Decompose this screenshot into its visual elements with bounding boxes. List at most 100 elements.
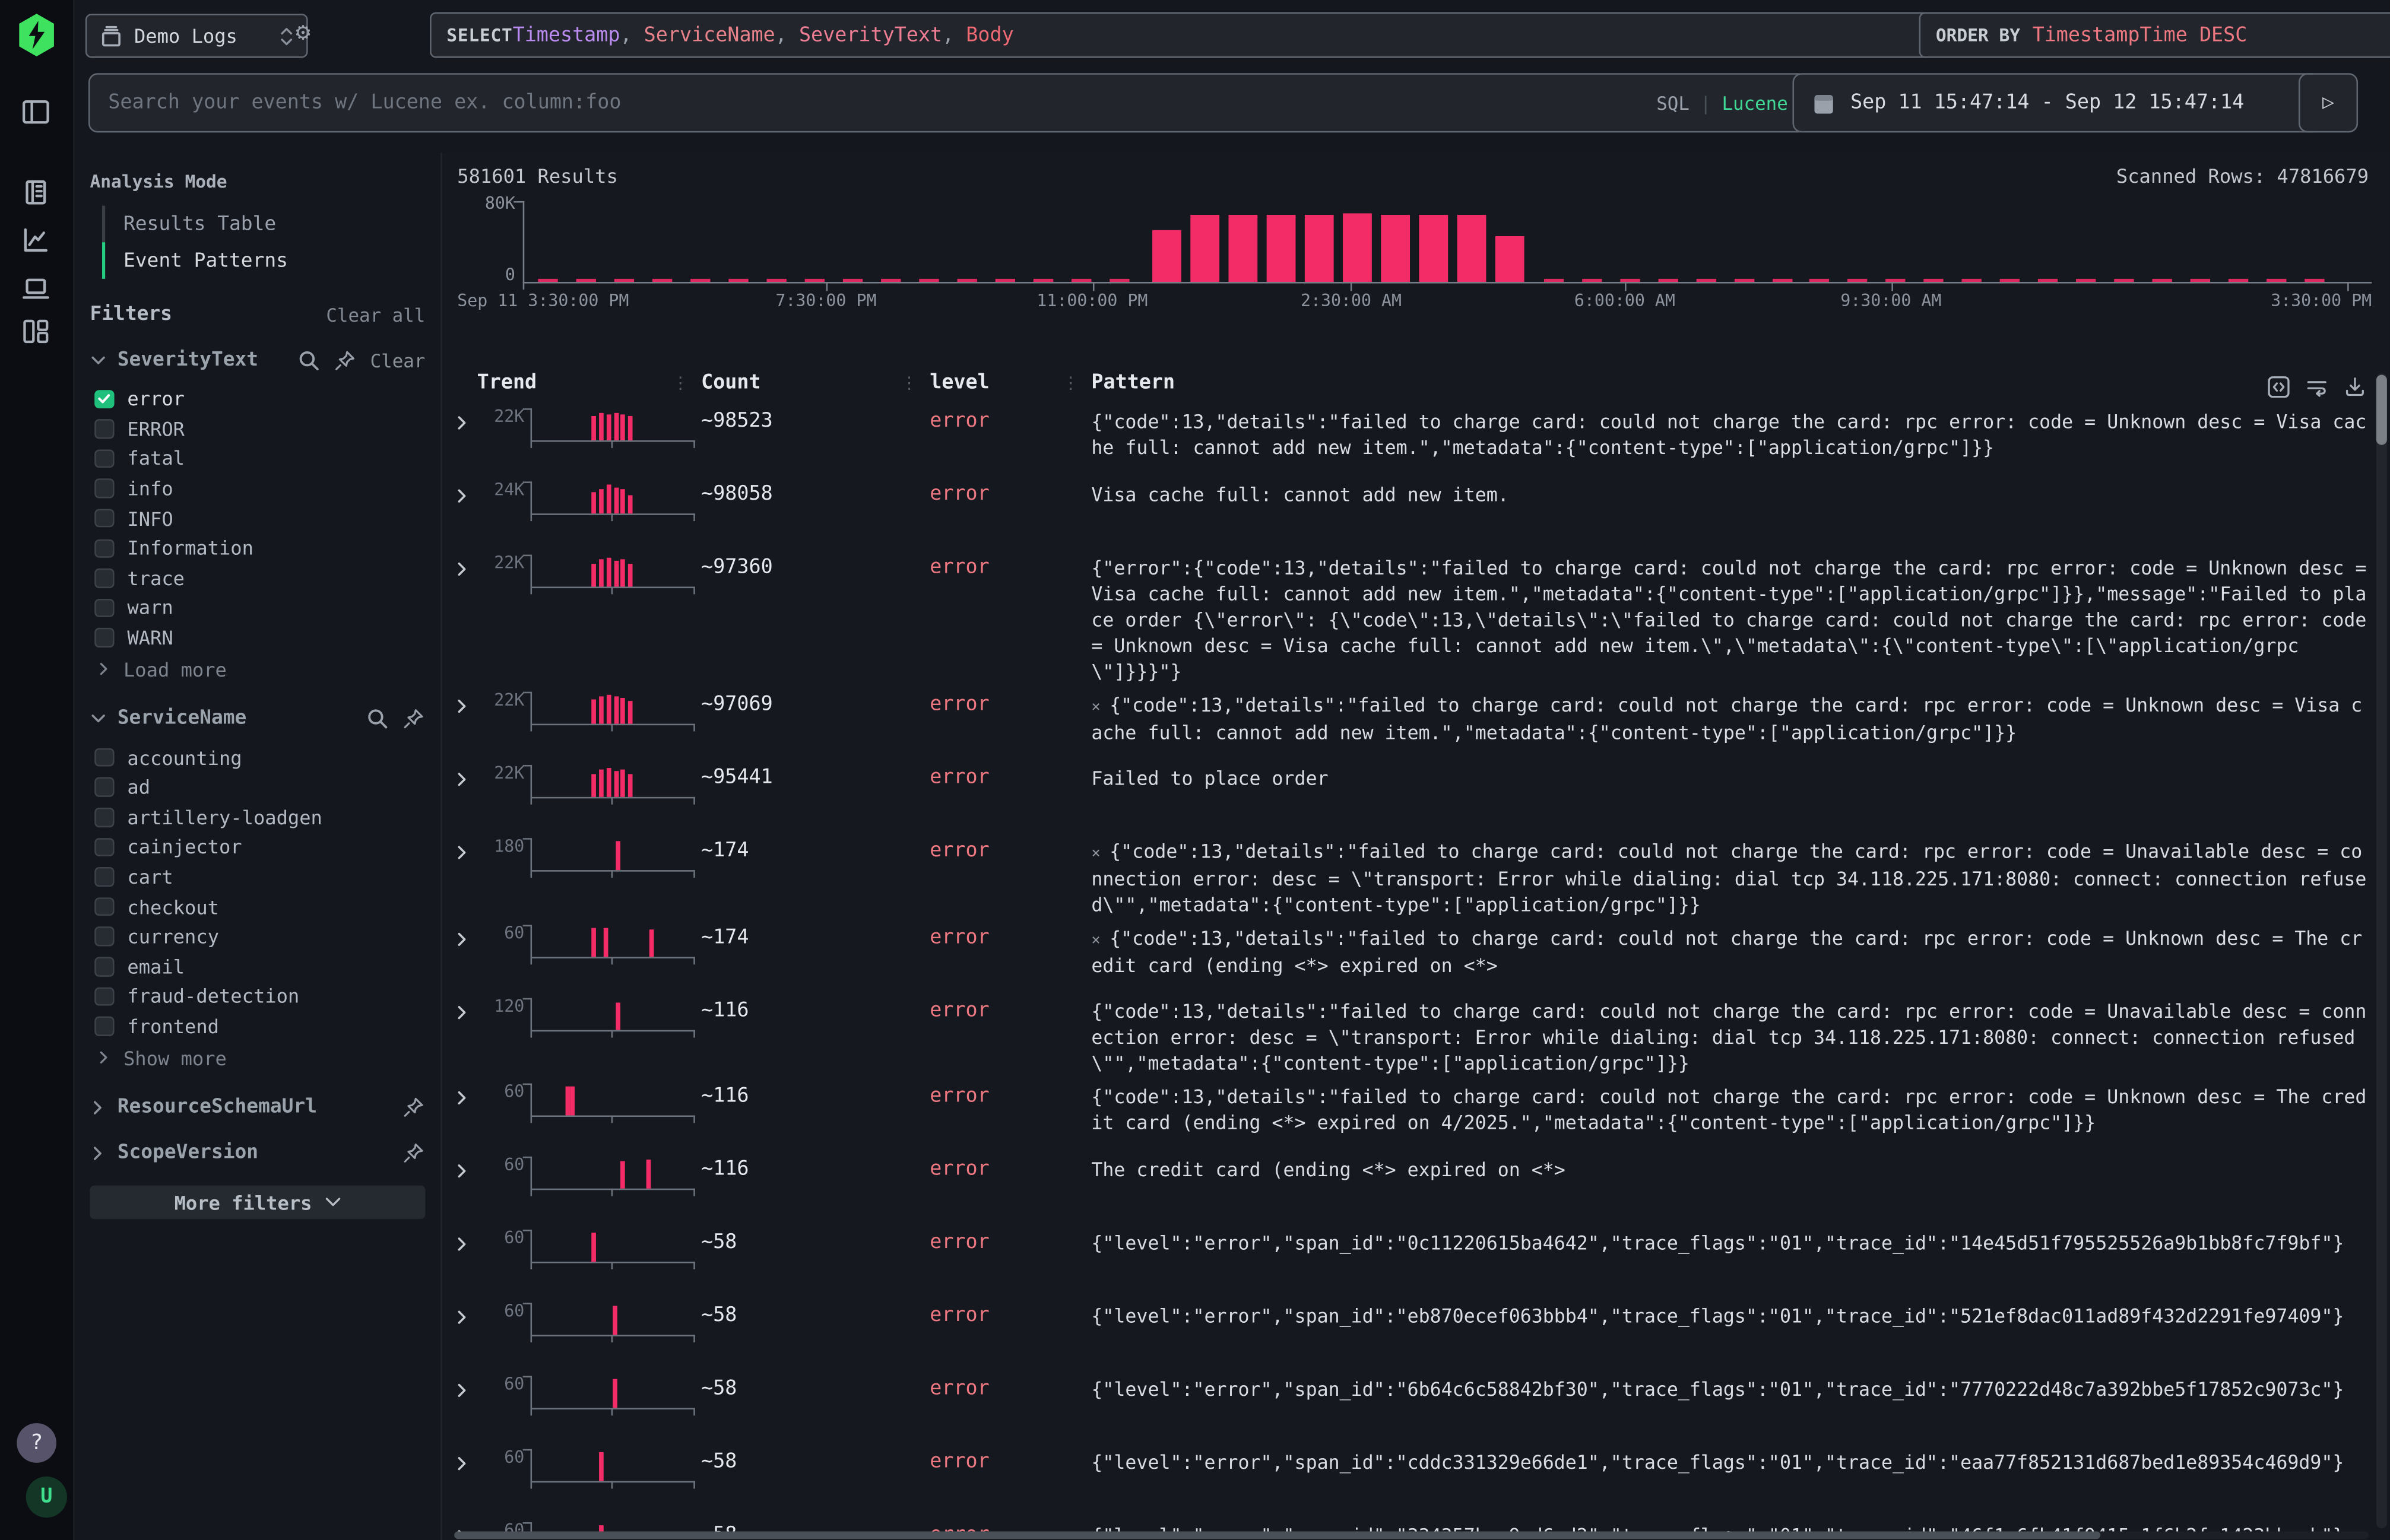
filter-option-checkout[interactable]: checkout	[90, 892, 425, 922]
filter-group-header[interactable]: ScopeVersion	[90, 1142, 425, 1165]
vertical-scrollbar[interactable]	[2376, 373, 2387, 1528]
search-icon[interactable]	[297, 349, 320, 372]
search-icon[interactable]	[366, 707, 389, 731]
checkbox-unchecked[interactable]	[94, 479, 113, 498]
filter-show-more[interactable]: Show more	[90, 1043, 425, 1073]
expand-row-icon[interactable]	[451, 1297, 484, 1327]
horizontal-scrollbar-thumb[interactable]	[454, 1531, 2100, 1538]
results-histogram[interactable]: 80K0Sep 11 3:30:00 PM7:30:00 PM11:00:00 …	[442, 153, 2390, 320]
pattern-row[interactable]: 60~116error{"code":13,"details":"failed …	[451, 1077, 2372, 1150]
expand-row-icon[interactable]	[451, 402, 484, 433]
filter-option-trace[interactable]: trace	[90, 563, 425, 593]
column-drag-handle-icon[interactable]: ⋮	[1063, 373, 1079, 393]
pattern-row[interactable]: 120~116error{"code":13,"details":"failed…	[451, 992, 2372, 1078]
checkbox-unchecked[interactable]	[94, 598, 113, 617]
histogram-bar[interactable]	[1305, 214, 1334, 282]
expand-row-icon[interactable]	[451, 1224, 484, 1254]
time-range-picker[interactable]: Sep 11 15:47:14 - Sep 12 15:47:14	[1792, 73, 2321, 132]
column-drag-handle-icon[interactable]: ⋮	[901, 373, 917, 393]
pin-icon[interactable]	[402, 707, 426, 731]
wrap-lines-icon[interactable]	[2305, 375, 2329, 399]
pin-icon[interactable]	[334, 349, 357, 372]
checkbox-unchecked[interactable]	[94, 449, 113, 468]
analysis-mode-item-event-patterns[interactable]: Event Patterns	[102, 242, 425, 279]
clear-all-button[interactable]: Clear all	[326, 304, 425, 325]
checkbox-unchecked[interactable]	[94, 957, 113, 976]
expand-row-icon[interactable]	[451, 832, 484, 862]
filter-option-currency[interactable]: currency	[90, 922, 425, 951]
checkbox-checked[interactable]	[94, 389, 113, 408]
filter-option-warn[interactable]: WARN	[90, 623, 425, 653]
filter-option-artillery-loadgen[interactable]: artillery-loadgen	[90, 802, 425, 832]
vertical-scrollbar-thumb[interactable]	[2376, 375, 2387, 445]
filter-group-header[interactable]: SeverityTextClear	[90, 349, 425, 372]
view-source-icon[interactable]	[2267, 375, 2291, 399]
filter-option-email[interactable]: email	[90, 951, 425, 981]
column-drag-handle-icon[interactable]: ⋮	[672, 373, 689, 393]
checkbox-unchecked[interactable]	[94, 569, 113, 588]
pattern-row[interactable]: 60~58error{"level":"error","span_id":"0c…	[451, 1224, 2372, 1297]
pattern-row[interactable]: 60~58error{"level":"error","span_id":"eb…	[451, 1297, 2372, 1370]
mode-sql[interactable]: SQL	[1656, 92, 1690, 113]
select-query-input[interactable]: SELECT Timestamp, ServiceName, SeverityT…	[430, 12, 1933, 58]
pattern-row[interactable]: 22K~98523error{"code":13,"details":"fail…	[451, 402, 2372, 475]
pattern-row[interactable]: 180~174error×{"code":13,"details":"faile…	[451, 832, 2372, 919]
checkbox-unchecked[interactable]	[94, 927, 113, 946]
pattern-row[interactable]: 60~174error×{"code":13,"details":"failed…	[451, 919, 2372, 992]
checkbox-unchecked[interactable]	[94, 778, 113, 797]
nav-chart-icon[interactable]	[20, 224, 53, 257]
analysis-mode-item-results-table[interactable]: Results Table	[102, 206, 425, 243]
filter-option-information[interactable]: Information	[90, 534, 425, 563]
filter-option-error[interactable]: ERROR	[90, 414, 425, 443]
col-header-trend[interactable]: Trend⋮	[451, 371, 701, 395]
pattern-row[interactable]: 60~58error{"level":"error","span_id":"cd…	[451, 1443, 2372, 1516]
run-query-button[interactable]: ▷	[2299, 73, 2358, 132]
nav-sessions-icon[interactable]	[20, 273, 53, 306]
expand-row-icon[interactable]	[451, 1370, 484, 1400]
filter-option-info[interactable]: info	[90, 474, 425, 503]
expand-row-icon[interactable]	[451, 1151, 484, 1181]
checkbox-unchecked[interactable]	[94, 419, 113, 438]
nav-search-logs-icon[interactable]	[20, 177, 53, 210]
checkbox-unchecked[interactable]	[94, 539, 113, 558]
checkbox-unchecked[interactable]	[94, 509, 113, 528]
histogram-bar[interactable]	[1457, 214, 1486, 282]
filter-option-warn[interactable]: warn	[90, 593, 425, 623]
filter-group-header[interactable]: ServiceName	[90, 707, 425, 731]
histogram-bar[interactable]	[1381, 214, 1410, 282]
exclude-pattern-icon[interactable]: ×	[1091, 700, 1100, 716]
histogram-bar[interactable]	[1228, 215, 1257, 282]
expand-row-icon[interactable]	[451, 475, 484, 506]
expand-row-icon[interactable]	[451, 685, 484, 716]
source-settings-gear-icon[interactable]: ⚙	[296, 17, 310, 46]
histogram-bar[interactable]	[1152, 230, 1181, 282]
checkbox-unchecked[interactable]	[94, 897, 113, 916]
exclude-pattern-icon[interactable]: ×	[1091, 846, 1100, 862]
filter-option-cart[interactable]: cart	[90, 862, 425, 892]
checkbox-unchecked[interactable]	[94, 868, 113, 887]
pattern-row[interactable]: 22K~95441errorFailed to place order	[451, 759, 2372, 832]
pattern-row[interactable]: 60~58error{"level":"error","span_id":"33…	[451, 1516, 2372, 1531]
filter-option-fatal[interactable]: fatal	[90, 444, 425, 474]
expand-row-icon[interactable]	[451, 759, 484, 789]
col-header-pattern[interactable]: Pattern	[1091, 371, 2372, 395]
histogram-bar[interactable]	[1190, 214, 1219, 282]
checkbox-unchecked[interactable]	[94, 837, 113, 856]
pattern-row[interactable]: 60~116errorThe credit card (ending <*> e…	[451, 1151, 2372, 1224]
expand-row-icon[interactable]	[451, 1443, 484, 1474]
filter-option-ad[interactable]: ad	[90, 773, 425, 802]
filter-group-header[interactable]: ResourceSchemaUrl	[90, 1096, 425, 1119]
histogram-bar[interactable]	[1419, 214, 1448, 282]
exclude-pattern-icon[interactable]: ×	[1091, 932, 1100, 949]
search-input[interactable]: Search your events w/ Lucene ex. column:…	[88, 73, 1808, 132]
filter-option-frontend[interactable]: frontend	[90, 1011, 425, 1041]
expand-row-icon[interactable]	[451, 548, 484, 579]
hyperdx-logo-icon[interactable]	[15, 12, 58, 58]
horizontal-scrollbar[interactable]	[454, 1531, 2369, 1538]
filter-option-accounting[interactable]: accounting	[90, 742, 425, 772]
mode-lucene[interactable]: Lucene	[1722, 92, 1787, 113]
filter-option-fraud-detection[interactable]: fraud-detection	[90, 982, 425, 1011]
expand-row-icon[interactable]	[451, 992, 484, 1023]
order-by-input[interactable]: ORDER BY TimestampTime DESC	[1919, 12, 2390, 58]
checkbox-unchecked[interactable]	[94, 987, 113, 1006]
